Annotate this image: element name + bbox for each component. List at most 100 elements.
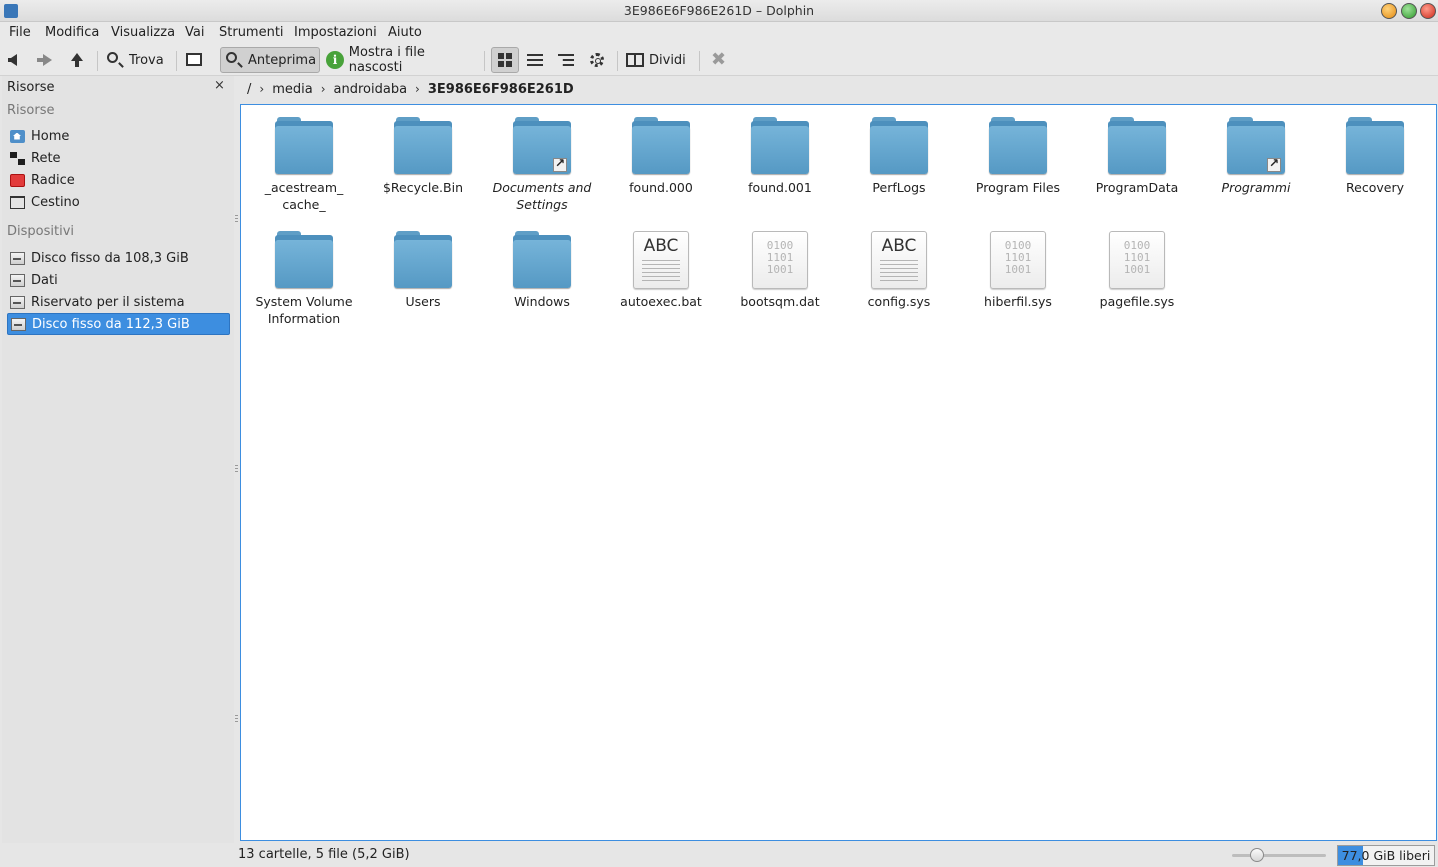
breadcrumb-chevron-icon[interactable]: › xyxy=(415,82,420,96)
panel-splitter-handle[interactable] xyxy=(235,215,238,223)
sidebar-item-disk-108[interactable]: Disco fisso da 108,3 GiB xyxy=(7,247,230,269)
info-icon: i xyxy=(326,51,344,69)
file-item[interactable]: Documents and Settings xyxy=(487,117,597,213)
breadcrumb-chevron-icon[interactable]: › xyxy=(321,82,326,96)
zoom-slider-track[interactable] xyxy=(1232,854,1326,857)
binary-file-icon: 0100 1101 1001 xyxy=(990,231,1046,289)
gear-icon xyxy=(588,51,606,69)
breadcrumb-chevron-icon[interactable]: › xyxy=(259,82,264,96)
menu-bar: File Modifica Visualizza Vai Strumenti I… xyxy=(0,22,1438,45)
file-item-label: Users xyxy=(405,294,441,309)
back-button[interactable] xyxy=(6,47,28,73)
menu-impostazioni[interactable]: Impostazioni xyxy=(294,25,377,40)
sidebar-item-disk-112[interactable]: Disco fisso da 112,3 GiB xyxy=(7,313,230,335)
preview-toggle-button[interactable]: Anteprima xyxy=(220,47,320,73)
folder-icon xyxy=(394,231,452,289)
maximize-button[interactable] xyxy=(1401,3,1417,19)
places-panel-title: Risorse xyxy=(7,80,55,95)
sidebar-item-label: Cestino xyxy=(31,194,80,210)
devices-section-title: Dispositivi xyxy=(7,224,74,239)
sidebar-item-dati[interactable]: Dati xyxy=(7,269,230,291)
trash-icon xyxy=(10,195,25,209)
file-item[interactable]: Programmi xyxy=(1201,117,1311,196)
file-item[interactable]: Users xyxy=(368,231,478,310)
file-item[interactable]: 0100 1101 1001 pagefile.sys xyxy=(1082,231,1192,310)
file-item[interactable]: _acestream_ cache_ xyxy=(249,117,359,213)
panel-splitter-handle[interactable] xyxy=(235,465,238,473)
breadcrumb-current[interactable]: 3E986E6F986E261D xyxy=(428,82,574,97)
sidebar-item-cestino[interactable]: Cestino xyxy=(7,191,230,213)
file-item[interactable]: Recovery xyxy=(1320,117,1430,196)
forward-button[interactable] xyxy=(36,47,58,73)
file-item-label: bootsqm.dat xyxy=(740,294,820,309)
settings-button[interactable] xyxy=(588,47,610,73)
file-item[interactable]: System Volume Information xyxy=(249,231,359,327)
sidebar-item-reserved[interactable]: Riservato per il sistema xyxy=(7,291,230,313)
show-hidden-files-button[interactable]: i Mostra i file nascosti xyxy=(326,45,481,75)
menu-visualizza[interactable]: Visualizza xyxy=(111,25,175,40)
breadcrumb-media[interactable]: media xyxy=(272,82,313,97)
file-item[interactable]: Windows xyxy=(487,231,597,310)
close-icon: ✖ xyxy=(711,49,727,70)
file-item-label: config.sys xyxy=(867,294,931,309)
status-bar: 13 cartelle, 5 file (5,2 GiB) 77,0 GiB l… xyxy=(0,843,1438,867)
breadcrumb-root[interactable]: / xyxy=(247,82,251,97)
file-item-label: ProgramData xyxy=(1095,180,1179,195)
panel-splitter-handle[interactable] xyxy=(235,715,238,723)
file-item[interactable]: 0100 1101 1001 bootsqm.dat xyxy=(725,231,835,310)
terminal-button[interactable] xyxy=(185,47,207,73)
file-item[interactable]: found.000 xyxy=(606,117,716,196)
file-item[interactable]: ABC autoexec.bat xyxy=(606,231,716,310)
file-item[interactable]: ABC config.sys xyxy=(844,231,954,310)
file-item[interactable]: PerfLogs xyxy=(844,117,954,196)
menu-aiuto[interactable]: Aiuto xyxy=(388,25,422,40)
file-item-label: pagefile.sys xyxy=(1099,294,1175,309)
toolbar-separator xyxy=(176,51,177,71)
compact-view-button[interactable] xyxy=(526,47,548,73)
search-icon xyxy=(106,51,124,69)
toolbar-separator xyxy=(97,51,98,71)
menu-vai[interactable]: Vai xyxy=(185,25,204,40)
text-file-icon: ABC xyxy=(633,231,689,289)
file-view[interactable]: _acestream_ cache_ $Recycle.Bin Documents … xyxy=(240,104,1437,841)
folder-icon xyxy=(1346,117,1404,175)
sidebar-item-radice[interactable]: Radice xyxy=(7,169,230,191)
close-window-button[interactable] xyxy=(1420,3,1436,19)
find-button[interactable]: Trova xyxy=(106,47,168,73)
menu-file[interactable]: File xyxy=(9,25,31,40)
root-folder-icon xyxy=(10,173,25,187)
menu-modifica[interactable]: Modifica xyxy=(45,25,99,40)
free-space-label: 77,0 GiB liberi xyxy=(1341,848,1431,863)
folder-icon xyxy=(870,117,928,175)
find-label: Trova xyxy=(129,52,164,68)
zoom-slider-handle[interactable] xyxy=(1250,848,1264,862)
text-file-icon: ABC xyxy=(871,231,927,289)
file-item[interactable]: $Recycle.Bin xyxy=(368,117,478,196)
symlink-arrow-icon xyxy=(553,156,567,172)
toolbar-separator xyxy=(484,51,485,71)
icons-view-button[interactable] xyxy=(491,47,519,73)
breadcrumb-androidaba[interactable]: androidaba xyxy=(334,82,408,97)
file-item[interactable]: 0100 1101 1001 hiberfil.sys xyxy=(963,231,1073,310)
sidebar-item-rete[interactable]: Rete xyxy=(7,147,230,169)
sidebar-item-label: Home xyxy=(31,128,70,144)
details-view-button[interactable] xyxy=(557,47,579,73)
free-space-indicator[interactable]: 77,0 GiB liberi xyxy=(1337,845,1435,866)
minimize-button[interactable] xyxy=(1381,3,1397,19)
file-item[interactable]: found.001 xyxy=(725,117,835,196)
close-panel-button[interactable]: × xyxy=(214,78,225,93)
forward-arrow-icon xyxy=(36,51,54,69)
file-item[interactable]: ProgramData xyxy=(1082,117,1192,196)
window-title: 3E986E6F986E261D – Dolphin xyxy=(623,3,815,18)
split-view-button[interactable]: Dividi xyxy=(626,47,691,73)
binary-file-icon: 0100 1101 1001 xyxy=(752,231,808,289)
file-item-label: Program Files xyxy=(975,180,1061,195)
sidebar-item-label: Disco fisso da 108,3 GiB xyxy=(31,250,189,266)
stop-button[interactable]: ✖ xyxy=(709,47,731,73)
file-item-label: found.000 xyxy=(629,180,693,195)
toolbar-separator xyxy=(617,51,618,71)
menu-strumenti[interactable]: Strumenti xyxy=(219,25,284,40)
file-item[interactable]: Program Files xyxy=(963,117,1073,196)
up-button[interactable] xyxy=(68,47,90,73)
sidebar-item-home[interactable]: Home xyxy=(7,125,230,147)
